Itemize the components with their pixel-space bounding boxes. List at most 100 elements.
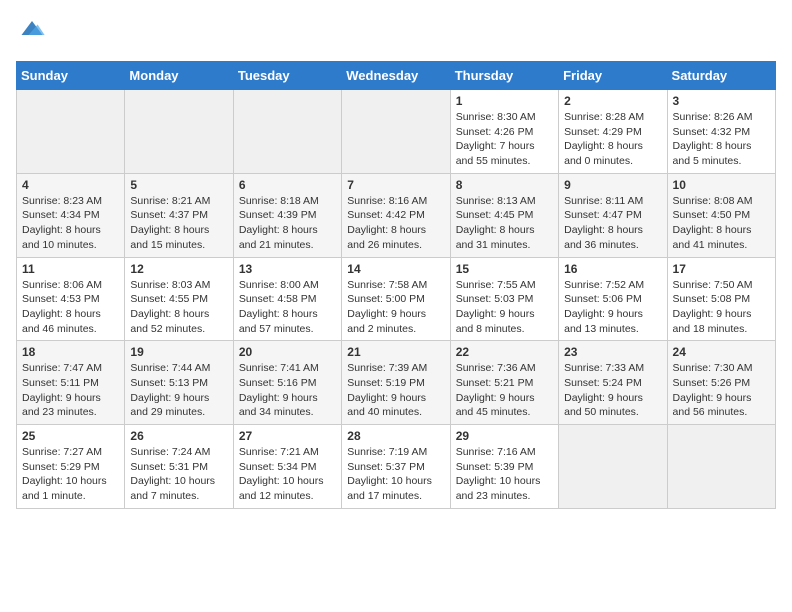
day-info: Sunrise: 7:21 AM Sunset: 5:34 PM Dayligh… bbox=[239, 445, 336, 504]
day-info: Sunrise: 7:16 AM Sunset: 5:39 PM Dayligh… bbox=[456, 445, 553, 504]
calendar-cell bbox=[125, 90, 233, 174]
day-number: 22 bbox=[456, 345, 553, 359]
day-number: 12 bbox=[130, 262, 227, 276]
calendar-cell: 5 Sunrise: 8:21 AM Sunset: 4:37 PM Daylig… bbox=[125, 173, 233, 257]
day-number: 3 bbox=[673, 94, 770, 108]
day-info: Sunrise: 8:26 AM Sunset: 4:32 PM Dayligh… bbox=[673, 110, 770, 169]
day-info: Sunrise: 8:28 AM Sunset: 4:29 PM Dayligh… bbox=[564, 110, 661, 169]
calendar-cell: 29 Sunrise: 7:16 AM Sunset: 5:39 PM Dayli… bbox=[450, 425, 558, 509]
day-info: Sunrise: 8:18 AM Sunset: 4:39 PM Dayligh… bbox=[239, 194, 336, 253]
calendar-cell: 4 Sunrise: 8:23 AM Sunset: 4:34 PM Daylig… bbox=[17, 173, 125, 257]
day-info: Sunrise: 7:27 AM Sunset: 5:29 PM Dayligh… bbox=[22, 445, 119, 504]
day-info: Sunrise: 7:55 AM Sunset: 5:03 PM Dayligh… bbox=[456, 278, 553, 337]
day-info: Sunrise: 8:00 AM Sunset: 4:58 PM Dayligh… bbox=[239, 278, 336, 337]
day-info: Sunrise: 8:08 AM Sunset: 4:50 PM Dayligh… bbox=[673, 194, 770, 253]
day-info: Sunrise: 7:24 AM Sunset: 5:31 PM Dayligh… bbox=[130, 445, 227, 504]
day-number: 6 bbox=[239, 178, 336, 192]
calendar-cell: 12Sunrise: 8:03 AM Sunset: 4:55 PM Dayli… bbox=[125, 257, 233, 341]
day-info: Sunrise: 7:44 AM Sunset: 5:13 PM Dayligh… bbox=[130, 361, 227, 420]
day-number: 28 bbox=[347, 429, 444, 443]
logo-icon bbox=[18, 14, 46, 42]
day-number: 9 bbox=[564, 178, 661, 192]
calendar-header-row: SundayMondayTuesdayWednesdayThursdayFrid… bbox=[17, 62, 776, 90]
calendar-cell: 20 Sunrise: 7:41 AM Sunset: 5:16 PM Dayli… bbox=[233, 341, 341, 425]
day-number: 23 bbox=[564, 345, 661, 359]
day-info: Sunrise: 8:11 AM Sunset: 4:47 PM Dayligh… bbox=[564, 194, 661, 253]
day-number: 7 bbox=[347, 178, 444, 192]
day-number: 26 bbox=[130, 429, 227, 443]
day-info: Sunrise: 8:16 AM Sunset: 4:42 PM Dayligh… bbox=[347, 194, 444, 253]
day-info: Sunrise: 8:06 AM Sunset: 4:53 PM Dayligh… bbox=[22, 278, 119, 337]
logo bbox=[16, 16, 46, 49]
calendar-cell bbox=[233, 90, 341, 174]
header-friday: Friday bbox=[559, 62, 667, 90]
calendar-cell: 16 Sunrise: 7:52 AM Sunset: 5:06 PM Dayli… bbox=[559, 257, 667, 341]
day-info: Sunrise: 8:23 AM Sunset: 4:34 PM Dayligh… bbox=[22, 194, 119, 253]
calendar-cell: 10 Sunrise: 8:08 AM Sunset: 4:50 PM Dayli… bbox=[667, 173, 775, 257]
day-number: 21 bbox=[347, 345, 444, 359]
day-info: Sunrise: 7:52 AM Sunset: 5:06 PM Dayligh… bbox=[564, 278, 661, 337]
header-monday: Monday bbox=[125, 62, 233, 90]
day-number: 19 bbox=[130, 345, 227, 359]
day-info: Sunrise: 7:33 AM Sunset: 5:24 PM Dayligh… bbox=[564, 361, 661, 420]
calendar-cell: 15 Sunrise: 7:55 AM Sunset: 5:03 PM Dayli… bbox=[450, 257, 558, 341]
day-info: Sunrise: 7:41 AM Sunset: 5:16 PM Dayligh… bbox=[239, 361, 336, 420]
day-info: Sunrise: 8:30 AM Sunset: 4:26 PM Dayligh… bbox=[456, 110, 553, 169]
day-number: 5 bbox=[130, 178, 227, 192]
day-number: 4 bbox=[22, 178, 119, 192]
day-info: Sunrise: 7:47 AM Sunset: 5:11 PM Dayligh… bbox=[22, 361, 119, 420]
calendar-cell: 13 Sunrise: 8:00 AM Sunset: 4:58 PM Dayli… bbox=[233, 257, 341, 341]
day-info: Sunrise: 7:36 AM Sunset: 5:21 PM Dayligh… bbox=[456, 361, 553, 420]
day-number: 10 bbox=[673, 178, 770, 192]
day-number: 27 bbox=[239, 429, 336, 443]
calendar-cell: 28 Sunrise: 7:19 AM Sunset: 5:37 PM Dayli… bbox=[342, 425, 450, 509]
calendar-cell bbox=[667, 425, 775, 509]
day-number: 25 bbox=[22, 429, 119, 443]
calendar-table: SundayMondayTuesdayWednesdayThursdayFrid… bbox=[16, 61, 776, 509]
calendar-cell bbox=[17, 90, 125, 174]
calendar-cell: 17 Sunrise: 7:50 AM Sunset: 5:08 PM Dayli… bbox=[667, 257, 775, 341]
day-number: 18 bbox=[22, 345, 119, 359]
day-number: 14 bbox=[347, 262, 444, 276]
day-number: 16 bbox=[564, 262, 661, 276]
calendar-cell: 19 Sunrise: 7:44 AM Sunset: 5:13 PM Dayli… bbox=[125, 341, 233, 425]
calendar-cell: 9 Sunrise: 8:11 AM Sunset: 4:47 PM Daylig… bbox=[559, 173, 667, 257]
calendar-cell: 25 Sunrise: 7:27 AM Sunset: 5:29 PM Dayli… bbox=[17, 425, 125, 509]
calendar-cell: 14 Sunrise: 7:58 AM Sunset: 5:00 PM Dayli… bbox=[342, 257, 450, 341]
header-tuesday: Tuesday bbox=[233, 62, 341, 90]
day-number: 24 bbox=[673, 345, 770, 359]
calendar-cell: 23 Sunrise: 7:33 AM Sunset: 5:24 PM Dayli… bbox=[559, 341, 667, 425]
calendar-week-2: 4 Sunrise: 8:23 AM Sunset: 4:34 PM Daylig… bbox=[17, 173, 776, 257]
day-info: Sunrise: 7:30 AM Sunset: 5:26 PM Dayligh… bbox=[673, 361, 770, 420]
day-info: Sunrise: 7:19 AM Sunset: 5:37 PM Dayligh… bbox=[347, 445, 444, 504]
header-wednesday: Wednesday bbox=[342, 62, 450, 90]
day-number: 20 bbox=[239, 345, 336, 359]
calendar-cell: 26 Sunrise: 7:24 AM Sunset: 5:31 PM Dayli… bbox=[125, 425, 233, 509]
day-number: 17 bbox=[673, 262, 770, 276]
calendar-cell: 3 Sunrise: 8:26 AM Sunset: 4:32 PM Daylig… bbox=[667, 90, 775, 174]
page-header bbox=[16, 16, 776, 49]
day-info: Sunrise: 7:39 AM Sunset: 5:19 PM Dayligh… bbox=[347, 361, 444, 420]
calendar-cell: 22 Sunrise: 7:36 AM Sunset: 5:21 PM Dayli… bbox=[450, 341, 558, 425]
calendar-week-5: 25 Sunrise: 7:27 AM Sunset: 5:29 PM Dayli… bbox=[17, 425, 776, 509]
day-info: Sunrise: 7:58 AM Sunset: 5:00 PM Dayligh… bbox=[347, 278, 444, 337]
calendar-cell: 27 Sunrise: 7:21 AM Sunset: 5:34 PM Dayli… bbox=[233, 425, 341, 509]
day-number: 13 bbox=[239, 262, 336, 276]
calendar-cell bbox=[559, 425, 667, 509]
calendar-cell: 6 Sunrise: 8:18 AM Sunset: 4:39 PM Daylig… bbox=[233, 173, 341, 257]
calendar-cell: 2Sunrise: 8:28 AM Sunset: 4:29 PM Daylig… bbox=[559, 90, 667, 174]
header-saturday: Saturday bbox=[667, 62, 775, 90]
calendar-cell: 11 Sunrise: 8:06 AM Sunset: 4:53 PM Dayli… bbox=[17, 257, 125, 341]
calendar-cell: 8Sunrise: 8:13 AM Sunset: 4:45 PM Daylig… bbox=[450, 173, 558, 257]
day-number: 11 bbox=[22, 262, 119, 276]
day-info: Sunrise: 7:50 AM Sunset: 5:08 PM Dayligh… bbox=[673, 278, 770, 337]
calendar-week-4: 18 Sunrise: 7:47 AM Sunset: 5:11 PM Dayli… bbox=[17, 341, 776, 425]
header-sunday: Sunday bbox=[17, 62, 125, 90]
day-number: 29 bbox=[456, 429, 553, 443]
calendar-cell bbox=[342, 90, 450, 174]
day-number: 15 bbox=[456, 262, 553, 276]
header-thursday: Thursday bbox=[450, 62, 558, 90]
day-info: Sunrise: 8:21 AM Sunset: 4:37 PM Dayligh… bbox=[130, 194, 227, 253]
calendar-week-3: 11 Sunrise: 8:06 AM Sunset: 4:53 PM Dayli… bbox=[17, 257, 776, 341]
calendar-cell: 1Sunrise: 8:30 AM Sunset: 4:26 PM Daylig… bbox=[450, 90, 558, 174]
